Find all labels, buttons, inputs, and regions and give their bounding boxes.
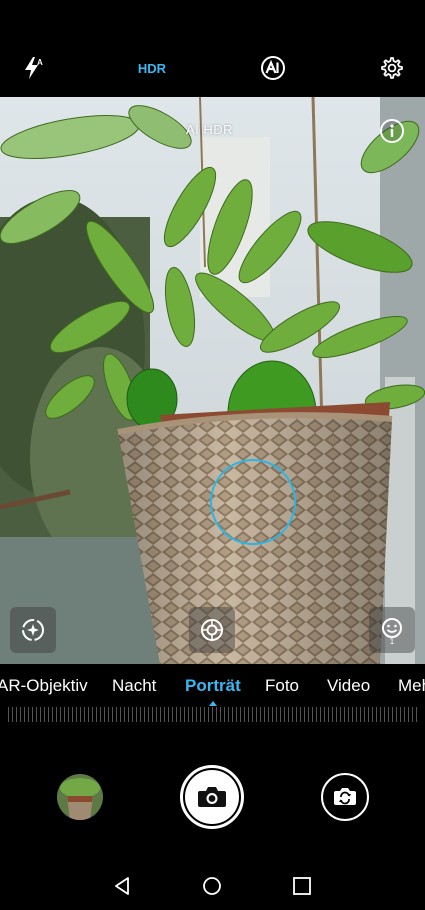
mode-video[interactable]: Video <box>327 676 370 696</box>
svg-text:A: A <box>37 58 43 67</box>
aperture-effect-icon[interactable] <box>10 607 56 653</box>
ai-icon[interactable] <box>257 52 289 84</box>
camera-icon <box>185 770 239 824</box>
recent-apps-icon[interactable] <box>292 876 312 896</box>
mode-night[interactable]: Nacht <box>112 676 156 696</box>
mode-ar-lens[interactable]: AR-Objektiv <box>0 676 88 696</box>
info-icon[interactable] <box>378 117 406 145</box>
hdr-button[interactable]: HDR <box>132 52 172 84</box>
ai-hdr-indicator: AI HDR <box>186 122 234 137</box>
filter-icon[interactable] <box>189 607 235 653</box>
top-bar: A HDR <box>0 0 425 97</box>
viewfinder-scene <box>0 97 425 664</box>
back-icon[interactable] <box>112 876 132 896</box>
gallery-thumbnail[interactable] <box>57 774 103 820</box>
mode-selector[interactable]: AR-Objektiv Nacht Porträt Foto Video Meh… <box>0 664 425 724</box>
switch-camera-icon[interactable] <box>321 773 369 821</box>
mode-portrait[interactable]: Porträt <box>185 676 241 696</box>
home-icon[interactable] <box>202 876 222 896</box>
beauty-level-badge: 1 <box>390 637 395 645</box>
beauty-icon[interactable]: 1 <box>369 607 415 653</box>
mode-more[interactable]: Mehr <box>398 676 425 696</box>
active-mode-indicator <box>209 701 217 706</box>
focus-ring <box>210 459 296 545</box>
capture-controls <box>0 724 425 854</box>
flash-auto-icon[interactable]: A <box>18 52 48 84</box>
camera-viewfinder[interactable]: AI HDR 1 <box>0 97 425 664</box>
gear-icon[interactable] <box>376 52 408 84</box>
system-nav-bar <box>0 854 425 910</box>
mode-scale-ticks <box>8 707 418 722</box>
shutter-button[interactable] <box>180 765 244 829</box>
mode-photo[interactable]: Foto <box>265 676 299 696</box>
